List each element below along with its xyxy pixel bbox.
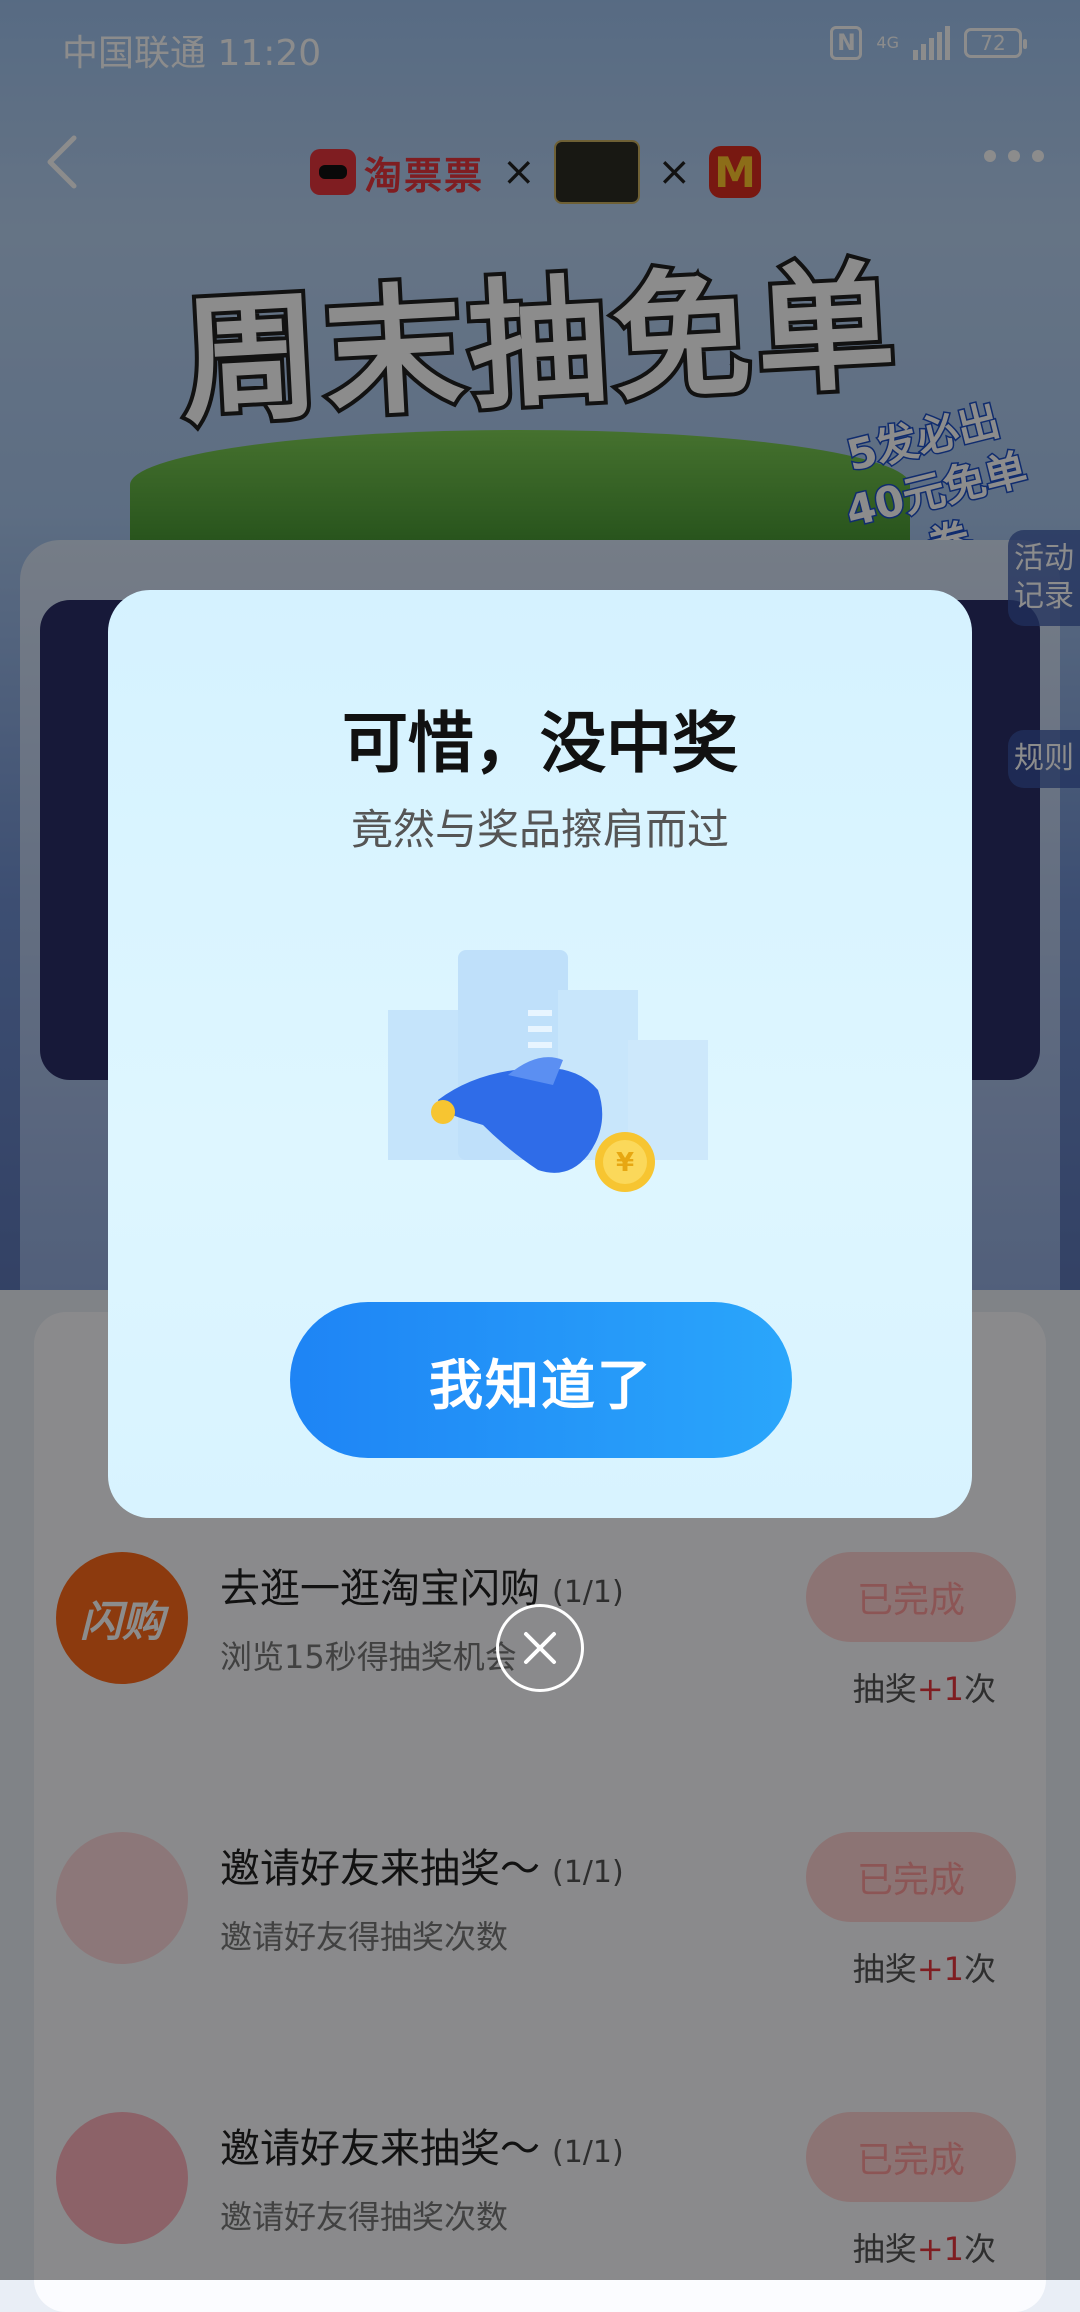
hand-coin-illustration: ¥ [388,950,708,1192]
dialog-title: 可惜，没中奖 [342,705,738,782]
confirm-button[interactable]: 我知道了 [290,1302,792,1458]
result-dialog: 可惜，没中奖 竟然与奖品擦肩而过 ¥ 我知道了 [108,590,972,1518]
close-icon[interactable] [496,1604,584,1692]
svg-text:¥: ¥ [616,1148,634,1178]
close-glyph [524,1632,556,1664]
dialog-subtitle: 竟然与奖品擦肩而过 [350,805,729,854]
